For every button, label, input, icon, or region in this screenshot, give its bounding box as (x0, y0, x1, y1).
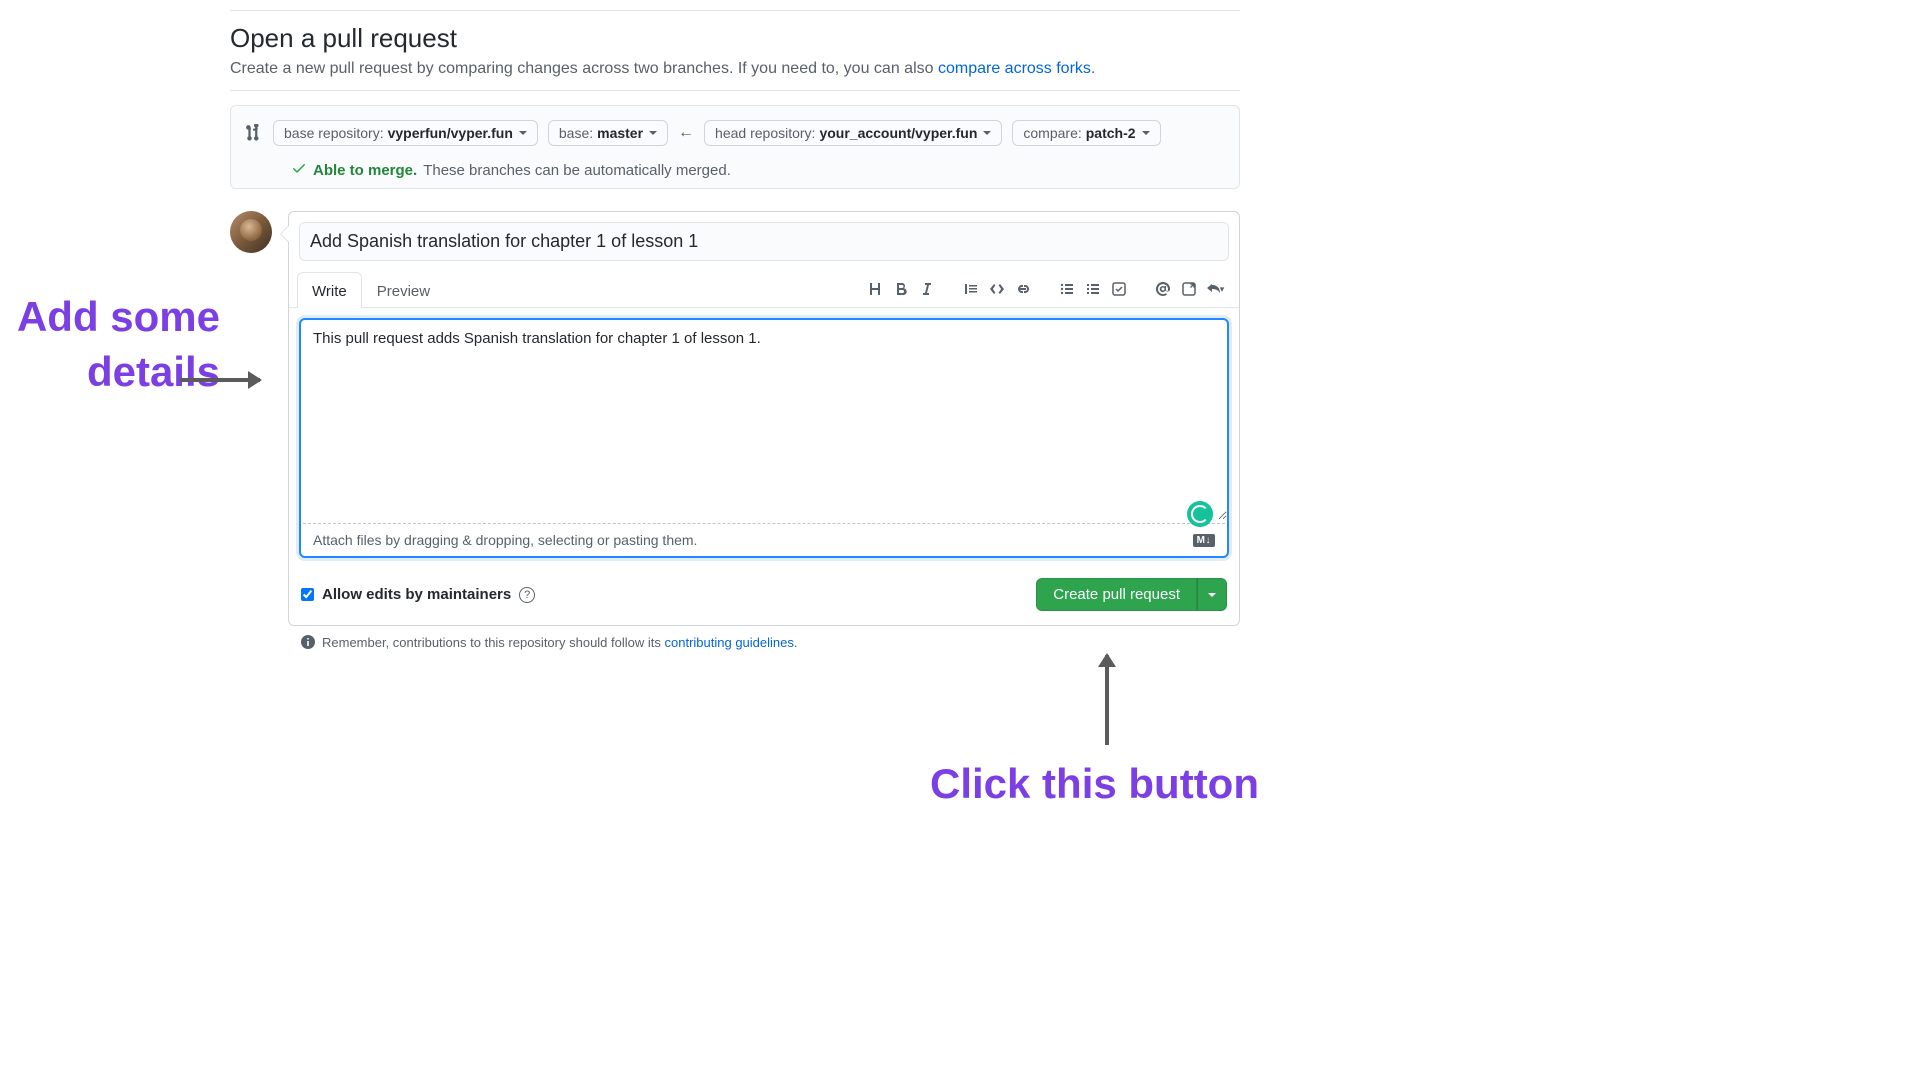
remember-note: Remember, contributions to this reposito… (300, 634, 1240, 650)
create-pr-button[interactable]: Create pull request (1036, 578, 1197, 611)
allow-edits-row[interactable]: Allow edits by maintainers ? (301, 586, 535, 603)
check-icon (291, 160, 307, 180)
head-repo-value: your_account/vyper.fun (819, 125, 977, 141)
quote-icon[interactable] (959, 277, 983, 301)
mention-icon[interactable] (1151, 277, 1175, 301)
reply-icon[interactable]: ▾ (1203, 277, 1227, 301)
remember-pre: Remember, contributions to this reposito… (322, 635, 665, 650)
compare-forks-link[interactable]: compare across forks (938, 60, 1091, 77)
reference-icon[interactable] (1177, 277, 1201, 301)
annotation-arrow-up (1105, 655, 1109, 745)
task-list-icon[interactable] (1107, 277, 1131, 301)
allow-edits-label: Allow edits by maintainers (322, 586, 511, 603)
compare-branch-label: compare: (1023, 125, 1081, 141)
compare-bar: base repository: vyperfun/vyper.fun base… (230, 105, 1240, 189)
compare-branch-selector[interactable]: compare: patch-2 (1012, 120, 1160, 146)
compare-branch-value: patch-2 (1086, 125, 1136, 141)
bullet-list-icon[interactable] (1055, 277, 1079, 301)
page-subtitle: Create a new pull request by comparing c… (230, 60, 1240, 78)
page-title: Open a pull request (230, 23, 1240, 54)
annotation-arrow-right (180, 378, 260, 382)
subtitle-text: Create a new pull request by comparing c… (230, 60, 938, 77)
code-icon[interactable] (985, 277, 1009, 301)
merge-able-text: Able to merge. (313, 162, 417, 179)
base-repo-selector[interactable]: base repository: vyperfun/vyper.fun (273, 120, 538, 146)
attach-hint[interactable]: Attach files by dragging & dropping, sel… (313, 532, 697, 548)
compare-icon (245, 124, 263, 142)
merge-msg-text: These branches can be automatically merg… (423, 162, 731, 179)
tab-preview[interactable]: Preview (362, 272, 445, 308)
help-icon[interactable]: ? (519, 587, 535, 603)
contributing-link[interactable]: contributing guidelines (665, 635, 794, 650)
number-list-icon[interactable] (1081, 277, 1105, 301)
head-repo-selector[interactable]: head repository: your_account/vyper.fun (704, 120, 1002, 146)
formatting-toolbar: ▾ (847, 277, 1231, 301)
remember-post: . (794, 635, 798, 650)
head-repo-label: head repository: (715, 125, 815, 141)
markdown-badge-icon[interactable]: M↓ (1193, 534, 1215, 547)
pr-body-textarea[interactable] (301, 320, 1227, 520)
italic-icon[interactable] (915, 277, 939, 301)
link-icon[interactable] (1011, 277, 1035, 301)
grammarly-icon[interactable] (1187, 501, 1213, 527)
bold-icon[interactable] (889, 277, 913, 301)
info-icon (300, 634, 316, 650)
annotation-add-details: Add some details (0, 290, 220, 399)
subtitle-post: . (1091, 60, 1095, 77)
base-repo-value: vyperfun/vyper.fun (388, 125, 513, 141)
avatar[interactable] (230, 211, 272, 253)
pr-body-wrap: Attach files by dragging & dropping, sel… (299, 318, 1229, 558)
allow-edits-checkbox[interactable] (301, 588, 314, 601)
base-branch-label: base: (559, 125, 593, 141)
annotation-click-button: Click this button (930, 760, 1259, 808)
merge-status: Able to merge. These branches can be aut… (245, 160, 1225, 180)
pr-editor: Write Preview (288, 211, 1240, 626)
pr-title-input[interactable] (299, 222, 1229, 261)
base-branch-selector[interactable]: base: master (548, 120, 668, 146)
heading-icon[interactable] (863, 277, 887, 301)
arrow-left-icon: ← (678, 124, 694, 142)
tab-write[interactable]: Write (297, 272, 362, 308)
base-branch-value: master (597, 125, 643, 141)
base-repo-label: base repository: (284, 125, 384, 141)
create-pr-dropdown[interactable] (1197, 578, 1227, 611)
